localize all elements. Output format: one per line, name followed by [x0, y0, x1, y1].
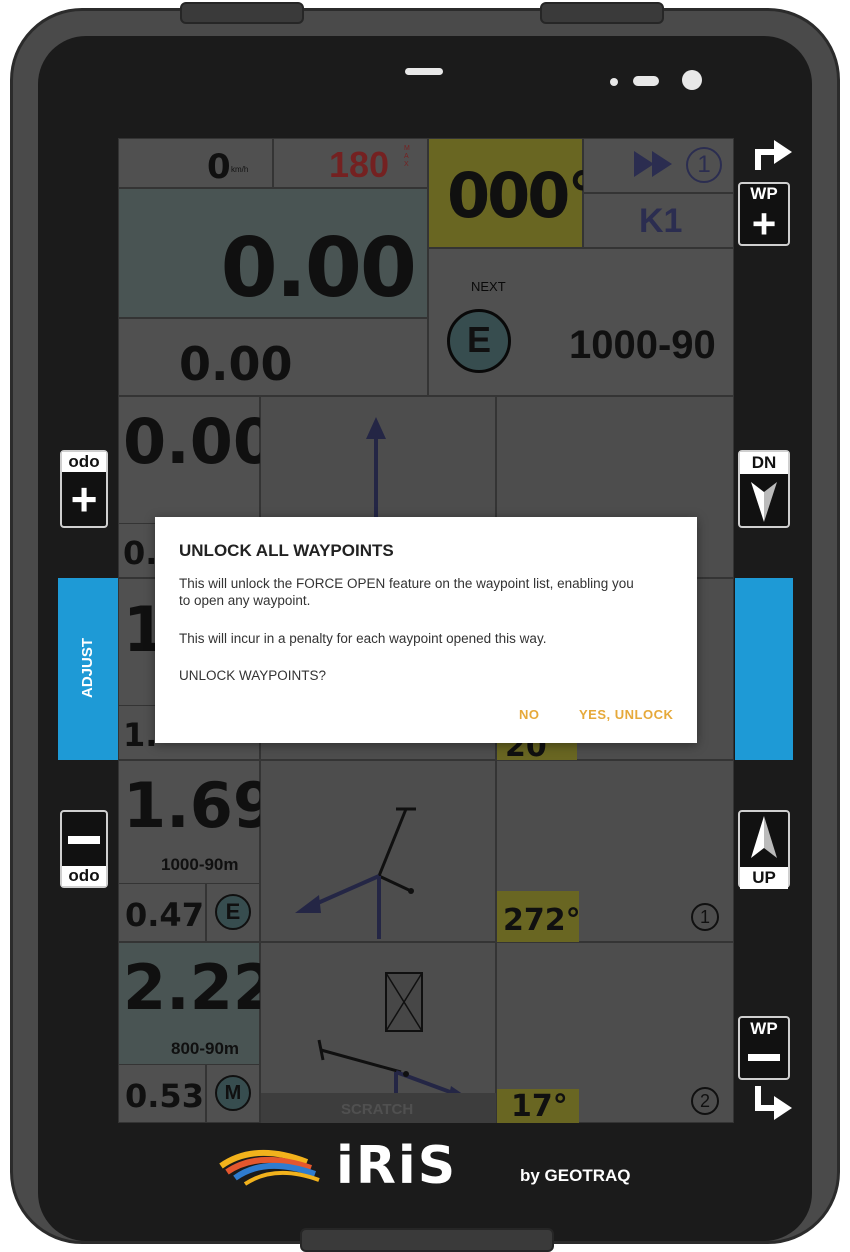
up-button[interactable]: UP: [738, 810, 790, 889]
minus-icon: [740, 1040, 788, 1076]
odo-plus-label: odo: [62, 452, 106, 472]
dialog-line3: UNLOCK WAYPOINTS?: [179, 668, 327, 683]
dialog-title: UNLOCK ALL WAYPOINTS: [179, 541, 394, 560]
arrow-up-icon: [751, 816, 777, 858]
dialog-line2: This will incur in a penalty for each wa…: [179, 631, 547, 646]
arrow-down-icon: [751, 482, 777, 522]
speaker-slot: [405, 68, 443, 75]
sensor-dot: [610, 78, 618, 86]
wp-minus-label: WP: [750, 1019, 778, 1038]
unlock-waypoints-dialog: UNLOCK ALL WAYPOINTS This will unlock th…: [155, 517, 697, 743]
up-label: UP: [740, 867, 788, 889]
camera-icon: [682, 70, 702, 90]
dn-label: DN: [740, 452, 788, 474]
turn-right-down-arrow-icon[interactable]: [752, 1086, 794, 1120]
odo-minus-button[interactable]: odo: [60, 810, 108, 888]
right-blue-panel[interactable]: [735, 578, 793, 760]
dn-button[interactable]: DN: [738, 450, 790, 528]
turn-right-arrow-icon[interactable]: [752, 140, 794, 172]
wp-minus-button[interactable]: WP: [738, 1016, 790, 1080]
adjust-label: ADJUST: [79, 638, 96, 699]
iris-eye-logo-icon: [219, 1150, 320, 1186]
plus-icon: +: [70, 473, 98, 525]
bottom-bumper: [300, 1228, 554, 1252]
wp-plus-button[interactable]: WP +: [738, 182, 790, 246]
by-geotraq-text: by GEOTRAQ: [520, 1166, 631, 1185]
adjust-button[interactable]: ADJUST: [58, 578, 118, 760]
minus-icon: [62, 812, 106, 866]
iris-logo-text: iRiS: [336, 1136, 458, 1196]
plus-icon: +: [751, 200, 777, 247]
dialog-yes-unlock-button[interactable]: YES, UNLOCK: [579, 707, 673, 722]
odo-minus-label: odo: [62, 866, 106, 886]
dialog-line1: This will unlock the FORCE OPEN feature …: [179, 576, 634, 608]
dialog-no-button[interactable]: NO: [519, 707, 540, 722]
sensor-pill: [633, 76, 659, 86]
top-bumper-right: [540, 2, 664, 24]
odo-plus-button[interactable]: odo +: [60, 450, 108, 528]
top-bumper-left: [180, 2, 304, 24]
